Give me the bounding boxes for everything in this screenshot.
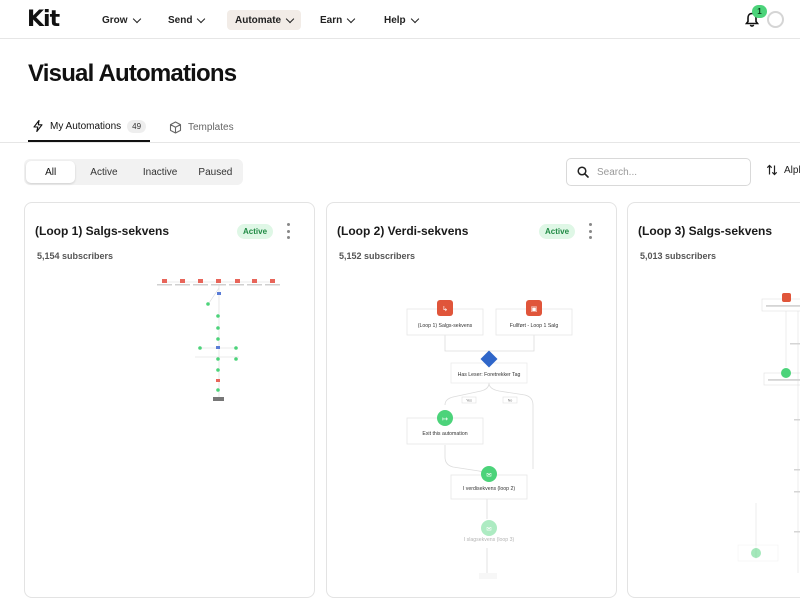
tab-templates[interactable]: Templates bbox=[169, 112, 234, 142]
flow-exit-label: Exit this automation bbox=[422, 431, 467, 437]
avatar[interactable] bbox=[767, 11, 784, 28]
svg-text:↳: ↳ bbox=[442, 305, 448, 313]
kit-logo[interactable]: Kit bbox=[27, 7, 60, 32]
nav-automate[interactable]: Automate bbox=[227, 10, 302, 30]
top-nav: Kit Grow Send Automate Earn Help 1 bbox=[0, 0, 800, 39]
chevron-down-icon bbox=[132, 14, 141, 23]
flow-branch-yes: Yes bbox=[466, 399, 472, 403]
flow-condition-label: Has Leser: Foretrekker Tag bbox=[458, 372, 521, 378]
more-options-icon[interactable] bbox=[287, 223, 291, 239]
card-title: (Loop 1) Salgs-sekvens bbox=[35, 224, 170, 238]
search-icon bbox=[577, 166, 589, 178]
tab-bar: My Automations 49 Templates bbox=[0, 108, 800, 143]
nav-help[interactable]: Help bbox=[376, 10, 426, 30]
filter-inactive[interactable]: Inactive bbox=[133, 161, 188, 183]
lightning-icon bbox=[33, 120, 43, 132]
cube-icon bbox=[169, 120, 182, 134]
automation-count-badge: 49 bbox=[127, 119, 147, 133]
sort-button[interactable]: Alph bbox=[766, 164, 800, 176]
flow-trigger-2-label: Fullført - Loop 1 Salg bbox=[510, 323, 559, 329]
svg-text:▣: ▣ bbox=[531, 305, 538, 313]
nav-earn[interactable]: Earn bbox=[312, 10, 362, 30]
subscriber-count: 5,154 subscribers bbox=[37, 251, 114, 261]
automation-card[interactable]: (Loop 1) Salgs-sekvens Active 5,154 subs… bbox=[24, 202, 315, 598]
status-badge: Active bbox=[237, 224, 274, 239]
more-options-icon[interactable] bbox=[589, 223, 593, 239]
chevron-down-icon bbox=[410, 14, 419, 23]
nav-grow[interactable]: Grow bbox=[94, 10, 148, 30]
flow-step-2-label: I slagsekvens (loop 3) bbox=[464, 537, 515, 543]
nav-earn-label: Earn bbox=[320, 14, 343, 26]
chevron-down-icon bbox=[346, 14, 356, 23]
filter-active[interactable]: Active bbox=[77, 161, 130, 183]
nav-help-label: Help bbox=[384, 14, 406, 26]
automation-flow-preview[interactable] bbox=[628, 273, 800, 593]
chevron-down-icon bbox=[197, 14, 206, 23]
status-badge: Active bbox=[539, 224, 576, 239]
nav-automate-label: Automate bbox=[235, 14, 282, 26]
card-title: (Loop 3) Salgs-sekvens bbox=[638, 224, 773, 238]
card-title: (Loop 2) Verdi-sekvens bbox=[337, 224, 469, 238]
tab-my-automations[interactable]: My Automations 49 bbox=[28, 112, 151, 142]
nav-send-label: Send bbox=[168, 14, 193, 26]
svg-text:✉: ✉ bbox=[486, 525, 491, 533]
subscriber-count: 5,013 subscribers bbox=[640, 251, 717, 261]
chevron-down-icon bbox=[285, 14, 295, 23]
tab-templates-label: Templates bbox=[188, 121, 234, 133]
flow-step-1-label: I verdisekvens (loop 2) bbox=[463, 486, 515, 492]
filter-paused[interactable]: Paused bbox=[190, 161, 241, 183]
page-title: Visual Automations bbox=[28, 60, 237, 87]
automation-card[interactable]: (Loop 3) Salgs-sekvens 5,013 subscribers bbox=[627, 202, 800, 598]
automation-card[interactable]: (Loop 2) Verdi-sekvens Active 5,152 subs… bbox=[326, 202, 617, 598]
notification-badge: 1 bbox=[752, 5, 767, 18]
sort-label: Alph bbox=[784, 164, 800, 176]
tab-my-automations-label: My Automations bbox=[50, 120, 122, 132]
status-filter-group: All Active Inactive Paused bbox=[24, 159, 243, 185]
automation-flow-preview[interactable]: ↳ (Loop 1) Salgs-sekvens ▣ Fullført - Lo… bbox=[327, 273, 617, 593]
search-box[interactable] bbox=[566, 158, 751, 186]
filter-all[interactable]: All bbox=[26, 161, 76, 183]
flow-trigger-1-label: (Loop 1) Salgs-sekvens bbox=[418, 323, 473, 329]
automation-flow-preview[interactable] bbox=[25, 273, 315, 593]
svg-text:✉: ✉ bbox=[486, 471, 491, 479]
flow-branch-no: No bbox=[508, 399, 513, 403]
nav-grow-label: Grow bbox=[102, 14, 128, 26]
nav-send[interactable]: Send bbox=[160, 10, 212, 30]
svg-text:↦: ↦ bbox=[442, 415, 448, 423]
sort-arrows-icon bbox=[766, 164, 778, 176]
subscriber-count: 5,152 subscribers bbox=[339, 251, 416, 261]
search-input[interactable] bbox=[597, 166, 737, 178]
